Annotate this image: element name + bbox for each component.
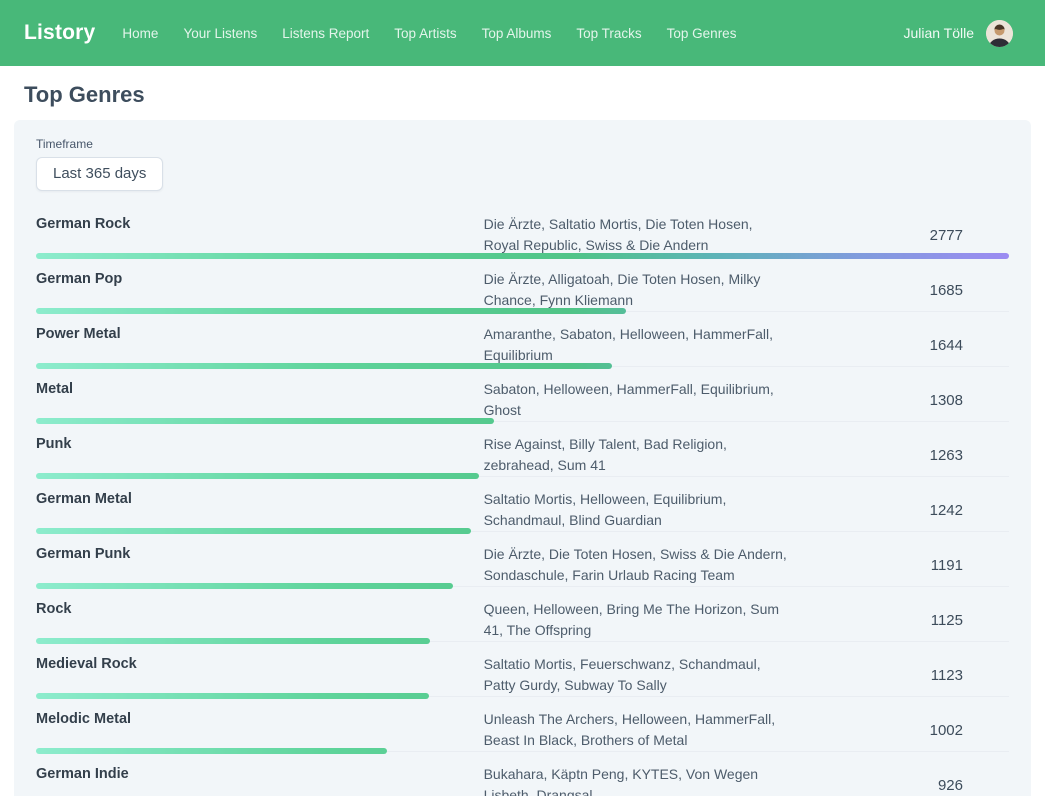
genre-bar bbox=[36, 583, 453, 589]
genre-row: Medieval Rock Saltatio Mortis, Feuerschw… bbox=[36, 642, 1009, 697]
genre-count: 1308 bbox=[794, 392, 1009, 409]
genre-row: German Rock Die Ärzte, Saltatio Mortis, … bbox=[36, 202, 1009, 257]
genre-row: Rock Queen, Helloween, Bring Me The Hori… bbox=[36, 587, 1009, 642]
genre-bar bbox=[36, 253, 1009, 259]
genre-row: German Punk Die Ärzte, Die Toten Hosen, … bbox=[36, 532, 1009, 587]
nav-item-your-listens[interactable]: Your Listens bbox=[183, 26, 257, 41]
genre-count: 2777 bbox=[794, 227, 1009, 244]
nav-item-listens-report[interactable]: Listens Report bbox=[282, 26, 369, 41]
genre-bar bbox=[36, 693, 429, 699]
genre-bar bbox=[36, 363, 612, 369]
genre-artists: Sabaton, Helloween, HammerFall, Equilibr… bbox=[484, 379, 794, 421]
genre-artists: Rise Against, Billy Talent, Bad Religion… bbox=[484, 434, 794, 476]
genre-name: Power Metal bbox=[36, 324, 484, 366]
user-avatar-icon[interactable] bbox=[986, 20, 1013, 47]
genre-name: German Metal bbox=[36, 489, 484, 531]
genre-row: Power Metal Amaranthe, Sabaton, Hellowee… bbox=[36, 312, 1009, 367]
genre-artists: Bukahara, Käptn Peng, KYTES, Von Wegen L… bbox=[484, 764, 794, 796]
genre-name: German Punk bbox=[36, 544, 484, 586]
genre-artists: Amaranthe, Sabaton, Helloween, HammerFal… bbox=[484, 324, 794, 366]
genre-artists: Saltatio Mortis, Feuerschwanz, Schandmau… bbox=[484, 654, 794, 696]
genre-artists: Queen, Helloween, Bring Me The Horizon, … bbox=[484, 599, 794, 641]
genre-row: Punk Rise Against, Billy Talent, Bad Rel… bbox=[36, 422, 1009, 477]
nav-item-home[interactable]: Home bbox=[122, 26, 158, 41]
genre-count: 1644 bbox=[794, 337, 1009, 354]
genre-name: Metal bbox=[36, 379, 484, 421]
genre-name: Punk bbox=[36, 434, 484, 476]
nav-item-top-albums[interactable]: Top Albums bbox=[482, 26, 552, 41]
genre-artists: Die Ärzte, Saltatio Mortis, Die Toten Ho… bbox=[484, 214, 794, 256]
genre-count: 1002 bbox=[794, 722, 1009, 739]
genre-bar bbox=[36, 748, 387, 754]
genre-bar bbox=[36, 418, 494, 424]
genre-row: Melodic Metal Unleash The Archers, Hello… bbox=[36, 697, 1009, 752]
genre-count: 926 bbox=[794, 777, 1009, 794]
genre-artists: Unleash The Archers, Helloween, HammerFa… bbox=[484, 709, 794, 751]
genre-name: Medieval Rock bbox=[36, 654, 484, 696]
top-genres-card: Timeframe Last 365 days German Rock Die … bbox=[14, 120, 1031, 796]
genre-count: 1125 bbox=[794, 612, 1009, 629]
genre-name: Rock bbox=[36, 599, 484, 641]
genre-bar bbox=[36, 473, 479, 479]
nav-item-top-genres[interactable]: Top Genres bbox=[667, 26, 737, 41]
genre-bar bbox=[36, 308, 626, 314]
genre-bar bbox=[36, 528, 471, 534]
page-title: Top Genres bbox=[24, 82, 1021, 107]
genre-name: German Indie bbox=[36, 764, 484, 796]
timeframe-label: Timeframe bbox=[36, 137, 1009, 152]
genre-name: German Rock bbox=[36, 214, 484, 256]
nav-item-top-artists[interactable]: Top Artists bbox=[394, 26, 456, 41]
genre-row: Metal Sabaton, Helloween, HammerFall, Eq… bbox=[36, 367, 1009, 422]
genre-count: 1685 bbox=[794, 282, 1009, 299]
nav-item-top-tracks[interactable]: Top Tracks bbox=[576, 26, 641, 41]
genre-count: 1263 bbox=[794, 447, 1009, 464]
timeframe-select[interactable]: Last 365 days bbox=[36, 157, 163, 191]
genre-artists: Saltatio Mortis, Helloween, Equilibrium,… bbox=[484, 489, 794, 531]
genre-row: German Pop Die Ärzte, Alligatoah, Die To… bbox=[36, 257, 1009, 312]
top-navbar: Listory Home Your Listens Listens Report To… bbox=[0, 0, 1045, 66]
genres-table: German Rock Die Ärzte, Saltatio Mortis, … bbox=[36, 202, 1009, 796]
genre-count: 1242 bbox=[794, 502, 1009, 519]
genre-row: German Indie Bukahara, Käptn Peng, KYTES… bbox=[36, 752, 1009, 796]
genre-row: German Metal Saltatio Mortis, Helloween,… bbox=[36, 477, 1009, 532]
user-name: Julian Tölle bbox=[903, 25, 974, 41]
genre-count: 1191 bbox=[794, 557, 1009, 574]
genre-artists: Die Ärzte, Die Toten Hosen, Swiss & Die … bbox=[484, 544, 794, 586]
genre-bar bbox=[36, 638, 430, 644]
user-menu[interactable]: Julian Tölle bbox=[903, 20, 1013, 47]
genre-name: Melodic Metal bbox=[36, 709, 484, 751]
genre-name: German Pop bbox=[36, 269, 484, 311]
genre-artists: Die Ärzte, Alligatoah, Die Toten Hosen, … bbox=[484, 269, 794, 311]
app-logo[interactable]: Listory bbox=[24, 21, 95, 45]
main-nav: Home Your Listens Listens Report Top Artist… bbox=[122, 26, 903, 41]
genre-count: 1123 bbox=[794, 667, 1009, 684]
